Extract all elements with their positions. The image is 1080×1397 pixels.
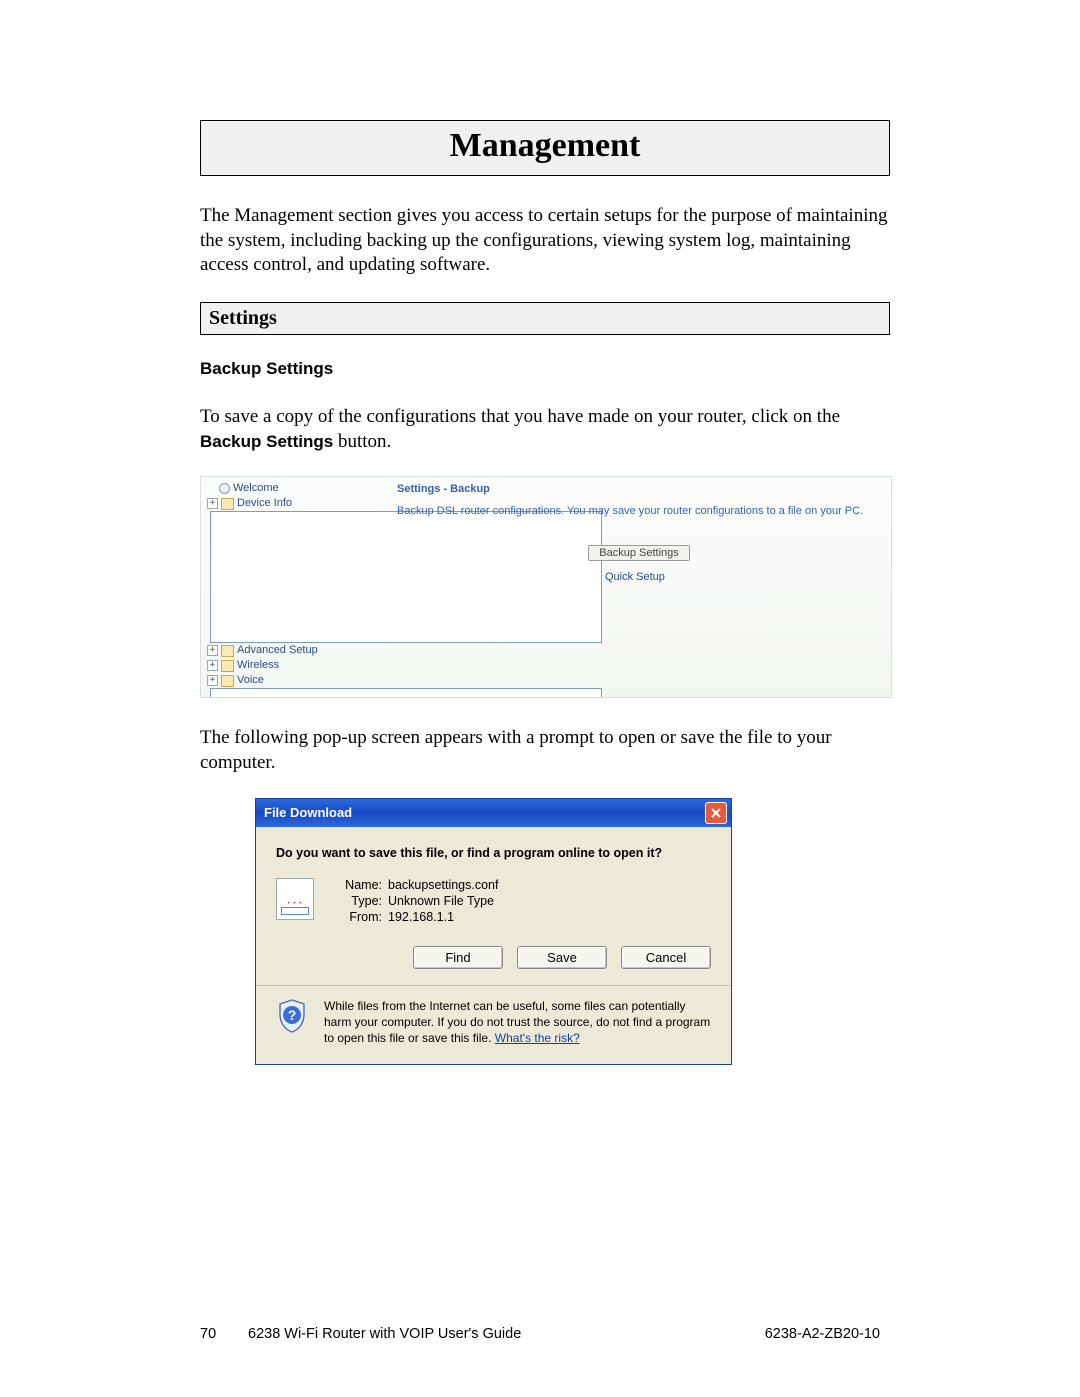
ball-icon — [219, 483, 230, 494]
from-value: 192.168.1.1 — [388, 910, 454, 924]
panel-description: Backup DSL router configurations. You ma… — [397, 505, 881, 517]
whats-the-risk-link[interactable]: What's the risk? — [495, 1031, 580, 1045]
close-icon — [710, 807, 722, 819]
page-footer: 70 6238 Wi-Fi Router with VOIP User's Gu… — [200, 1326, 880, 1342]
tree-node-label: Advanced Setup — [237, 643, 318, 658]
dialog-warning: ? While files from the Internet can be u… — [276, 986, 711, 1053]
find-button[interactable]: Find — [413, 946, 503, 969]
chapter-title-box: Management — [200, 120, 890, 176]
tree-node[interactable]: Diagnostics — [207, 688, 387, 698]
tree-node[interactable]: + Device Info — [207, 496, 387, 511]
tree-node-label: Welcome — [233, 481, 279, 496]
shield-question-icon: ? — [276, 998, 308, 1034]
tree-node[interactable]: Quick Setup — [207, 511, 387, 643]
expand-icon[interactable]: + — [207, 645, 218, 656]
name-label: Name: — [330, 878, 388, 892]
folder-icon — [221, 675, 234, 687]
footer-guide-title: 6238 Wi-Fi Router with VOIP User's Guide — [248, 1326, 765, 1342]
dialog-question: Do you want to save this file, or find a… — [276, 845, 711, 862]
tree-node[interactable]: + Advanced Setup — [207, 643, 387, 658]
file-download-dialog: File Download Do you want to save this f… — [255, 798, 732, 1065]
section-header: Settings — [200, 302, 890, 335]
type-label: Type: — [330, 894, 388, 908]
footer-doc-code: 6238-A2-ZB20-10 — [765, 1326, 880, 1342]
page-number: 70 — [200, 1326, 248, 1342]
svg-text:?: ? — [288, 1007, 297, 1023]
chapter-title: Management — [201, 127, 889, 165]
tree-node-label: Device Info — [237, 496, 292, 511]
type-value: Unknown File Type — [388, 894, 494, 908]
tree-node[interactable]: + Wireless — [207, 658, 387, 673]
tree-node-label: Voice — [237, 673, 264, 688]
dialog-title: File Download — [264, 805, 352, 820]
dialog-titlebar: File Download — [256, 799, 731, 827]
file-fields: Name:backupsettings.conf Type:Unknown Fi… — [330, 876, 499, 926]
body-para-2: The following pop-up screen appears with… — [200, 726, 890, 775]
router-main-panel: Settings - Backup Backup DSL router conf… — [387, 477, 891, 697]
tree-node-label: Wireless — [237, 658, 279, 673]
expander-spacer — [207, 484, 216, 493]
dialog-buttons: Find Save Cancel — [276, 946, 711, 969]
router-admin-screenshot: Welcome + Device Info Quick Setup + Advanced… — [200, 476, 892, 698]
tree-node[interactable]: + Voice — [207, 673, 387, 688]
expand-icon[interactable]: + — [207, 498, 218, 509]
folder-icon — [221, 498, 234, 510]
subsection-heading: Backup Settings — [200, 359, 890, 379]
folder-icon — [221, 660, 234, 672]
warning-text: While files from the Internet can be use… — [324, 998, 711, 1047]
tree-node[interactable]: Welcome — [207, 481, 387, 496]
dialog-body: Do you want to save this file, or find a… — [256, 827, 731, 1064]
section-title: Settings — [209, 307, 881, 330]
folder-icon — [221, 645, 234, 657]
cancel-button[interactable]: Cancel — [621, 946, 711, 969]
expand-icon[interactable]: + — [207, 660, 218, 671]
save-button[interactable]: Save — [517, 946, 607, 969]
close-button[interactable] — [705, 802, 727, 824]
file-info-row: • • • Name:backupsettings.conf Type:Unkn… — [276, 876, 711, 926]
name-value: backupsettings.conf — [388, 878, 499, 892]
file-icon: • • • — [276, 878, 314, 920]
panel-title: Settings - Backup — [397, 483, 881, 495]
body-para-1: To save a copy of the configurations tha… — [200, 405, 890, 454]
backup-settings-button[interactable]: Backup Settings — [588, 545, 690, 561]
nav-tree: Welcome + Device Info Quick Setup + Advanced… — [201, 477, 387, 697]
expand-icon[interactable]: + — [207, 675, 218, 686]
from-label: From: — [330, 910, 388, 924]
intro-paragraph: The Management section gives you access … — [200, 204, 890, 278]
